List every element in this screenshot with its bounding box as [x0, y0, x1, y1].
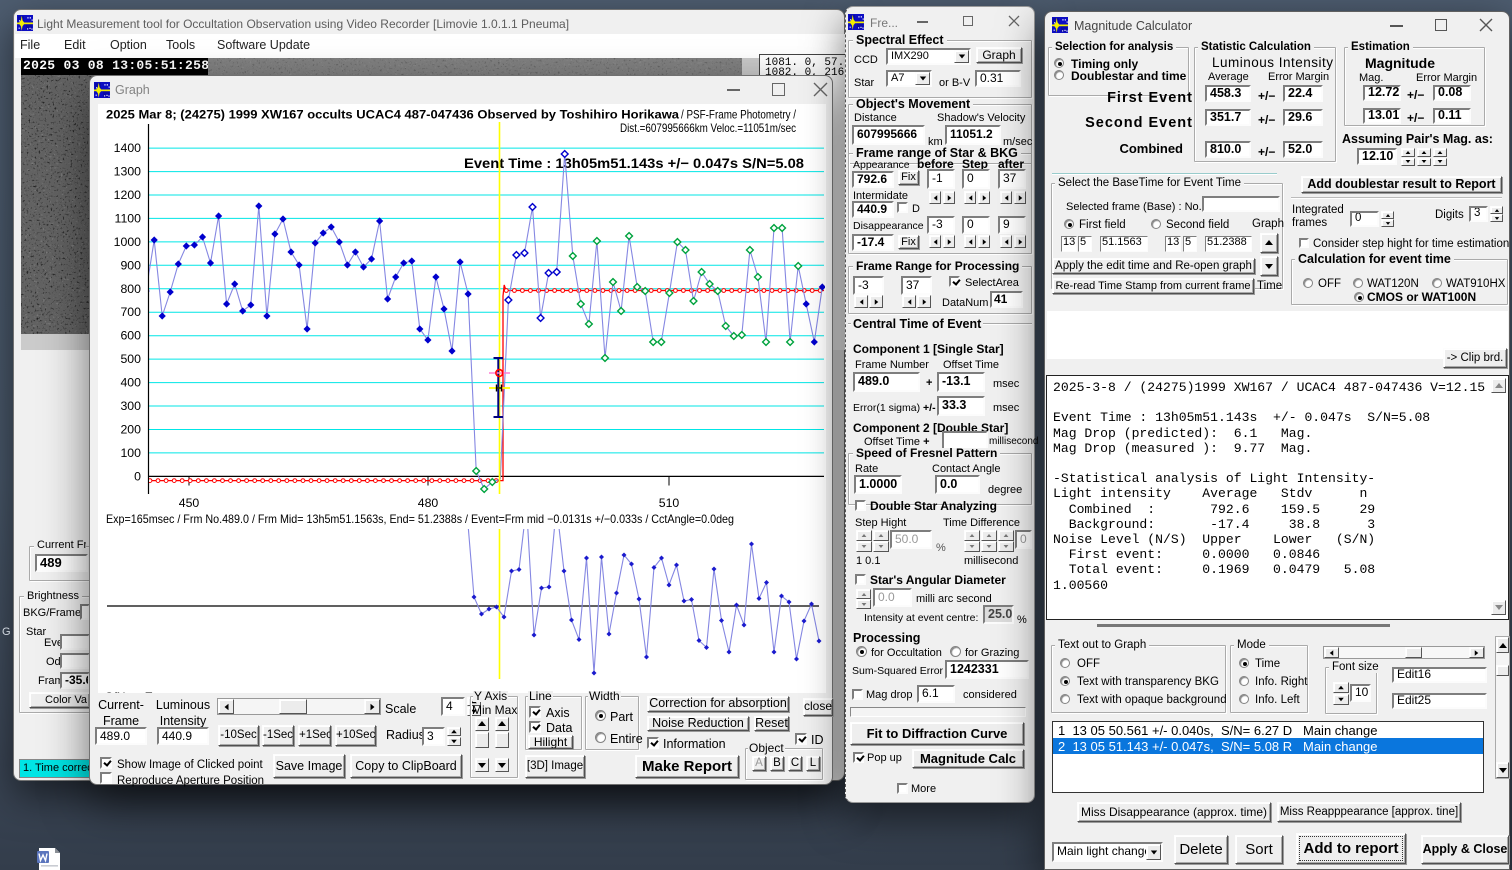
svg-text:100: 100	[120, 446, 141, 460]
svg-text:700: 700	[120, 305, 141, 319]
svg-text:480: 480	[418, 496, 439, 510]
svg-text:/ PSF-Frame Photometry /: / PSF-Frame Photometry /	[681, 108, 796, 122]
svg-text:300: 300	[120, 399, 141, 413]
svg-text:450: 450	[179, 496, 200, 510]
svg-text:600: 600	[120, 329, 141, 343]
svg-text:800: 800	[120, 282, 141, 296]
svg-text:1300: 1300	[114, 165, 142, 179]
svg-text:1000: 1000	[114, 235, 142, 249]
svg-text:S/N vs Error: S/N vs Error	[105, 690, 172, 693]
svg-text:400: 400	[120, 376, 141, 390]
svg-text:1400: 1400	[114, 141, 142, 155]
svg-text:Dist.=607995666km Veloc.=11051: Dist.=607995666km Veloc.=11051m/sec	[620, 121, 796, 135]
svg-text:500: 500	[120, 352, 141, 366]
svg-text:Event Time : 13h05m51.143s +/: Event Time : 13h05m51.143s +/− 0.047s S/…	[464, 156, 804, 171]
svg-text:1100: 1100	[115, 211, 142, 225]
svg-text:2025 Mar 8; (24275) 1999 XW167: 2025 Mar 8; (24275) 1999 XW167 occults U…	[106, 108, 679, 122]
svg-text:Exp=165msec / Frm No.489.0 / F: Exp=165msec / Frm No.489.0 / Frm Mid= 13…	[106, 512, 734, 526]
svg-text:200: 200	[120, 423, 141, 437]
svg-text:1200: 1200	[114, 188, 142, 202]
svg-text:900: 900	[120, 258, 141, 272]
svg-text:0: 0	[134, 469, 141, 483]
svg-text:510: 510	[659, 496, 680, 510]
